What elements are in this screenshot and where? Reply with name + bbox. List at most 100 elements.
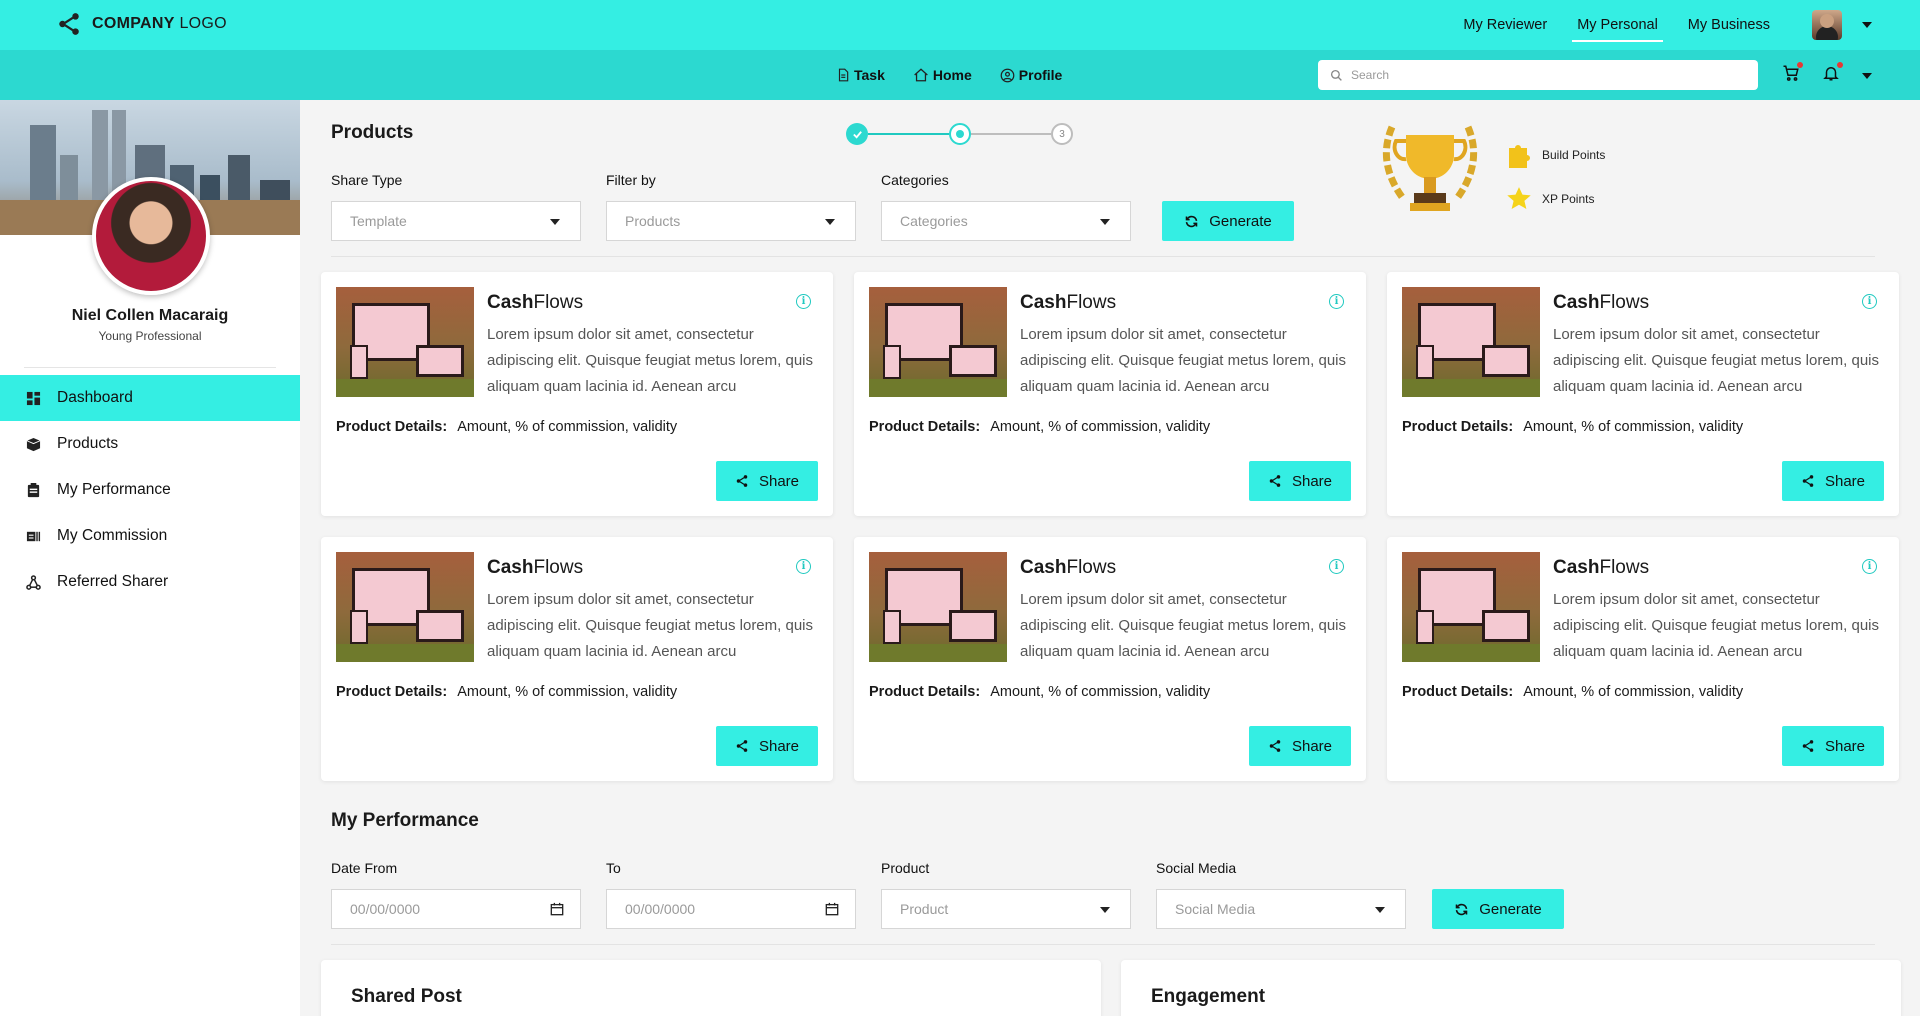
product-thumbnail[interactable] [869, 287, 1007, 397]
share-type-value: Template [350, 213, 407, 229]
sidebar-item-my-performance[interactable]: My Performance [0, 467, 300, 513]
chevron-down-icon[interactable] [1862, 72, 1872, 79]
product-thumbnail[interactable] [1402, 552, 1540, 662]
performance-icon [27, 482, 40, 497]
search-input[interactable] [1351, 68, 1731, 82]
product-details-label: Product Details: [1402, 684, 1514, 700]
product-description: Lorem ipsum dolor sit amet, consectetur … [1020, 326, 1347, 395]
build-points: Build Points [1506, 140, 1605, 170]
share-type-select[interactable]: Template [331, 201, 581, 241]
product-details-label: Product Details: [869, 419, 981, 435]
performance-title: My Performance [331, 810, 479, 831]
cart-button[interactable] [1782, 62, 1803, 87]
filter-by-select[interactable]: Products [606, 201, 856, 241]
info-icon[interactable]: i [1862, 294, 1877, 309]
share-label: Share [1824, 472, 1866, 490]
sidebar-item-label: My Performance [57, 481, 171, 498]
info-icon[interactable]: i [1329, 559, 1344, 574]
generate-button[interactable]: Generate [1162, 201, 1294, 241]
chevron-down-icon [825, 219, 835, 225]
nav-my-business[interactable]: My Business [1673, 0, 1785, 50]
step-3[interactable]: 3 [1051, 123, 1073, 145]
share-button[interactable]: Share [1782, 461, 1884, 501]
sidebar-item-label: Referred Sharer [57, 573, 169, 590]
share-label: Share [1291, 737, 1333, 755]
generate-label: Generate [1479, 900, 1542, 918]
user-circle-icon [1000, 68, 1015, 82]
xp-points-label: XP Points [1542, 192, 1595, 206]
product-details-value: Amount, % of commission, validity [457, 419, 678, 435]
product-details-value: Amount, % of commission, validity [457, 684, 678, 700]
sidebar-item-referred-sharer[interactable]: Referred Sharer [0, 559, 300, 605]
sidebar-item-products[interactable]: Products [0, 421, 300, 467]
company-logo[interactable]: COMPANY LOGO [56, 11, 227, 37]
categories-select[interactable]: Categories [881, 201, 1131, 241]
calendar-icon [550, 902, 564, 916]
share-button[interactable]: Share [1249, 461, 1351, 501]
trophy-icon [1382, 125, 1478, 211]
sidebar-item-my-commission[interactable]: My Commission [0, 513, 300, 559]
share-icon [736, 740, 748, 752]
product-title-rest: Flows [533, 557, 584, 578]
chevron-down-icon [1100, 219, 1110, 225]
product-thumbnail[interactable] [336, 552, 474, 662]
product-title-rest: Flows [533, 292, 584, 313]
nav-my-personal[interactable]: My Personal [1562, 0, 1673, 50]
date-from-input[interactable]: 00/00/0000 [331, 889, 581, 929]
sidebar-item-dashboard[interactable]: Dashboard [0, 375, 300, 421]
step-dot [956, 130, 964, 138]
product-thumbnail[interactable] [1402, 287, 1540, 397]
subnav-profile[interactable]: Profile [1000, 67, 1062, 83]
categories-label: Categories [881, 172, 949, 188]
share-icon [1802, 475, 1814, 487]
social-media-select[interactable]: Social Media [1156, 889, 1406, 929]
share-icon [736, 475, 748, 487]
info-icon[interactable]: i [1329, 294, 1344, 309]
logo-text-bold: COMPANY [92, 15, 175, 32]
divider [331, 256, 1875, 257]
product-card-title: CashFlows [487, 557, 583, 579]
sidebar-item-label: My Commission [57, 527, 168, 544]
product-card: CashFlows i Lorem ipsum dolor sit amet, co… [321, 272, 833, 516]
product-card-title: CashFlows [1020, 292, 1116, 314]
product-card-title: CashFlows [1020, 557, 1116, 579]
notification-button[interactable] [1822, 62, 1843, 87]
performance-generate-button[interactable]: Generate [1432, 889, 1564, 929]
generate-label: Generate [1209, 212, 1272, 230]
product-card: CashFlows i Lorem ipsum dolor sit amet, co… [1387, 272, 1899, 516]
product-title-bold: Cash [487, 557, 534, 578]
cart-badge [1797, 62, 1803, 68]
user-avatar[interactable] [1812, 10, 1842, 40]
info-icon[interactable]: i [796, 559, 811, 574]
product-thumbnail[interactable] [336, 287, 474, 397]
product-title-bold: Cash [1020, 292, 1067, 313]
product-details-value: Amount, % of commission, validity [1523, 684, 1744, 700]
chevron-down-icon[interactable] [1862, 22, 1872, 28]
subnav-home[interactable]: Home [913, 67, 972, 83]
date-to-input[interactable]: 00/00/0000 [606, 889, 856, 929]
document-icon [838, 68, 849, 82]
profile-avatar[interactable] [92, 177, 210, 295]
step-2-current[interactable] [949, 123, 971, 145]
share-button[interactable]: Share [1782, 726, 1884, 766]
refresh-icon [1455, 903, 1468, 915]
share-icon [1802, 740, 1814, 752]
subnav-task[interactable]: Task [836, 67, 885, 83]
nav-my-reviewer[interactable]: My Reviewer [1448, 0, 1562, 50]
info-icon[interactable]: i [796, 294, 811, 309]
share-button[interactable]: Share [716, 461, 818, 501]
product-thumbnail[interactable] [869, 552, 1007, 662]
product-value: Product [900, 901, 949, 917]
step-1-complete[interactable] [846, 123, 868, 145]
share-button[interactable]: Share [716, 726, 818, 766]
product-details-value: Amount, % of commission, validity [990, 419, 1211, 435]
info-icon[interactable]: i [1862, 559, 1877, 574]
search-box [1318, 60, 1758, 90]
build-points-label: Build Points [1542, 148, 1606, 162]
to-label: To [606, 860, 621, 876]
share-button[interactable]: Share [1249, 726, 1351, 766]
product-details-label: Product Details: [336, 684, 448, 700]
share-label: Share [758, 737, 800, 755]
product-select[interactable]: Product [881, 889, 1131, 929]
product-label: Product [881, 860, 930, 876]
